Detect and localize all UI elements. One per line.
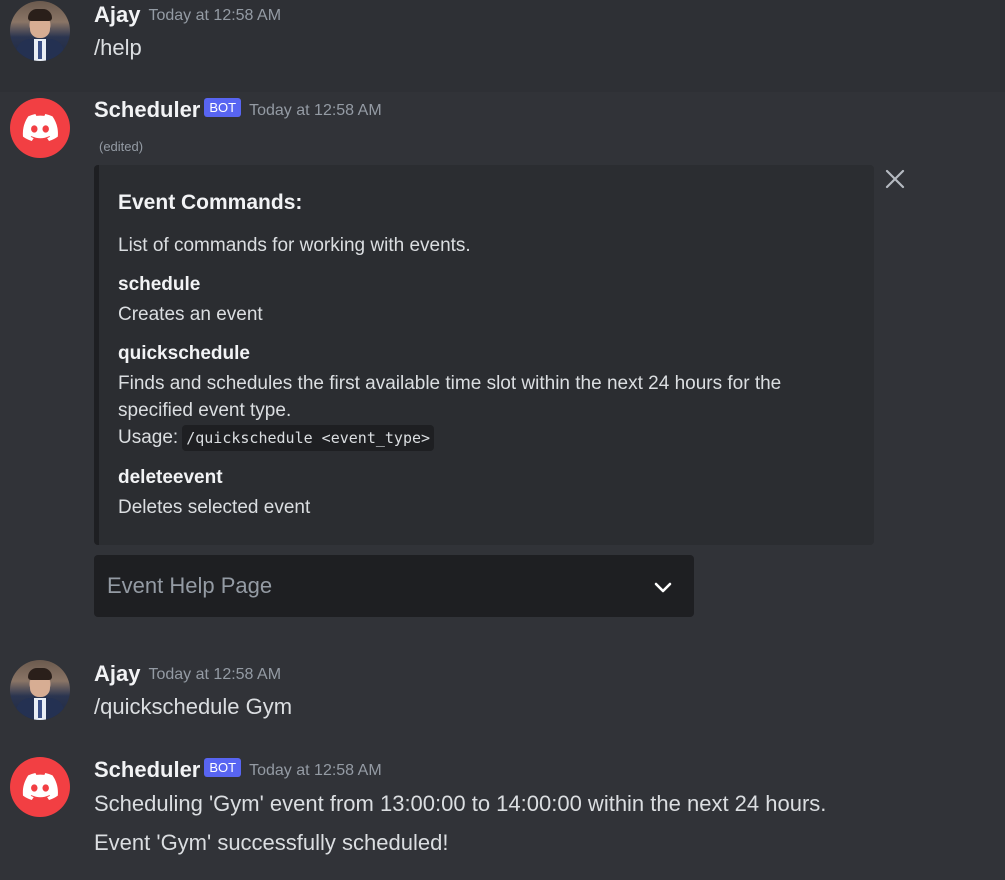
- discord-logo-icon: [22, 114, 58, 141]
- user-avatar[interactable]: [10, 660, 70, 720]
- discord-logo-icon: [22, 773, 58, 800]
- message-scheduler-help: Scheduler BOT Today at 12:58 AM (edited) E…: [0, 92, 1005, 630]
- field-name: quickschedule: [118, 343, 250, 364]
- edited-label: (edited): [99, 139, 144, 154]
- help-embed: Event Commands: List of commands for wor…: [94, 165, 905, 545]
- chat-log: Ajay Today at 12:58 AM /help Scheduler BOT…: [0, 0, 1005, 880]
- message-ajay-quickschedule: Ajay Today at 12:58 AM /quickschedule Gym: [0, 645, 1005, 740]
- message-scheduler-result: Scheduler BOT Today at 12:58 AM Scheduling…: [0, 745, 1005, 880]
- field-value: Finds and schedules the first available …: [118, 373, 782, 421]
- user-avatar[interactable]: [10, 1, 70, 61]
- field-name: deleteevent: [118, 467, 223, 488]
- usage-label: Usage:: [118, 427, 179, 448]
- message-timestamp: Today at 12:58 AM: [249, 762, 382, 779]
- field-value: Creates an event: [118, 304, 263, 325]
- message-ajay-help: Ajay Today at 12:58 AM /help: [0, 0, 1005, 92]
- bot-badge: BOT: [204, 758, 242, 777]
- bot-badge: BOT: [204, 98, 242, 117]
- author-name[interactable]: Scheduler: [94, 757, 200, 782]
- embed-title: Event Commands:: [118, 191, 303, 214]
- field-value: Deletes selected event: [118, 497, 311, 518]
- message-timestamp: Today at 12:58 AM: [148, 666, 282, 683]
- usage-code: /quickschedule <event_type>: [182, 425, 435, 451]
- message-line: Scheduling 'Gym' event from 13:00:00 to …: [94, 791, 827, 816]
- author-name[interactable]: Ajay: [94, 2, 140, 27]
- author-name[interactable]: Ajay: [94, 661, 140, 686]
- embed-description: List of commands for working with events…: [118, 235, 471, 256]
- message-content: /quickschedule Gym: [94, 694, 293, 719]
- author-name[interactable]: Scheduler: [94, 97, 200, 122]
- bot-avatar[interactable]: [10, 98, 70, 158]
- close-icon[interactable]: [884, 168, 906, 190]
- message-line: Event 'Gym' successfully scheduled!: [94, 830, 449, 855]
- field-usage: Usage:/quickschedule <event_type>: [118, 424, 838, 451]
- message-timestamp: Today at 12:58 AM: [249, 102, 382, 119]
- message-timestamp: Today at 12:58 AM: [148, 7, 282, 24]
- chevron-down-icon: [652, 576, 674, 598]
- message-content: /help: [94, 35, 142, 60]
- bot-avatar[interactable]: [10, 757, 70, 817]
- select-placeholder: Event Help Page: [107, 573, 273, 598]
- field-name: schedule: [118, 274, 201, 295]
- help-page-select[interactable]: Event Help Page: [94, 555, 694, 617]
